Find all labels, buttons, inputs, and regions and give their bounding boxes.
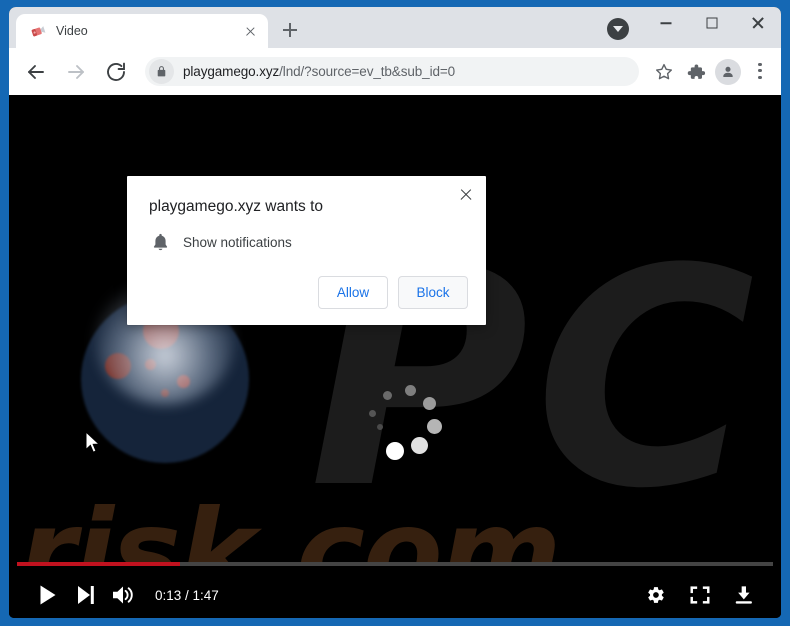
video-progress-track[interactable]	[17, 562, 773, 566]
three-dot-menu-icon	[758, 62, 762, 81]
tab-search-icon[interactable]	[607, 18, 629, 40]
spinner-dot	[383, 391, 392, 400]
permission-dialog-actions: Allow Block	[127, 252, 486, 325]
profile-avatar[interactable]	[713, 57, 743, 87]
spinner-dot	[377, 424, 383, 430]
reload-button[interactable]	[101, 57, 131, 87]
new-tab-button[interactable]	[276, 16, 304, 44]
window-controls	[643, 7, 781, 48]
play-button[interactable]	[29, 576, 67, 614]
maximize-button[interactable]	[689, 7, 735, 39]
permission-label: Show notifications	[183, 235, 292, 251]
spinner-dot	[369, 410, 376, 417]
forward-button	[61, 57, 91, 87]
browser-window-inner: Video playgamego.xyz/lnd/?source=ev_tb&s…	[9, 7, 781, 618]
minimize-icon	[660, 22, 672, 24]
minimize-button[interactable]	[643, 7, 689, 39]
block-button[interactable]: Block	[398, 276, 468, 310]
tab-title: Video	[56, 24, 88, 38]
browser-toolbar: playgamego.xyz/lnd/?source=ev_tb&sub_id=…	[9, 48, 781, 95]
back-button[interactable]	[21, 57, 51, 87]
settings-button[interactable]	[637, 576, 675, 614]
address-bar-url: playgamego.xyz/lnd/?source=ev_tb&sub_id=…	[183, 64, 455, 79]
address-bar[interactable]: playgamego.xyz/lnd/?source=ev_tb&sub_id=…	[145, 57, 639, 86]
tab-favicon-icon	[29, 22, 47, 40]
url-host: playgamego.xyz	[183, 64, 280, 79]
chrome-menu-button[interactable]	[745, 57, 775, 87]
notification-permission-dialog: playgamego.xyz wants to Show notificatio…	[127, 176, 486, 326]
tab-strip: Video	[9, 7, 781, 48]
volume-button[interactable]	[105, 576, 143, 614]
video-controls-bar: 0:13 / 1:47	[9, 562, 781, 618]
spinner-dot	[405, 385, 416, 396]
bell-icon	[149, 233, 171, 252]
browser-tab[interactable]: Video	[16, 14, 268, 48]
lock-icon[interactable]	[149, 59, 174, 84]
bookmark-star-icon[interactable]	[649, 57, 679, 87]
extensions-puzzle-icon[interactable]	[681, 57, 711, 87]
spinner-dot	[427, 419, 442, 434]
spinner-dot	[411, 437, 428, 454]
url-path: /lnd/?source=ev_tb&sub_id=0	[279, 64, 456, 79]
download-button[interactable]	[725, 576, 763, 614]
mouse-pointer-icon	[85, 430, 101, 455]
maximize-icon	[706, 17, 718, 29]
close-tab-icon[interactable]	[241, 22, 260, 41]
video-timecode: 0:13 / 1:47	[155, 587, 219, 603]
fullscreen-button[interactable]	[681, 576, 719, 614]
spinner-dot	[423, 397, 436, 410]
allow-button[interactable]: Allow	[318, 276, 388, 310]
close-window-button[interactable]	[735, 7, 781, 39]
permission-row: Show notifications	[127, 217, 486, 252]
video-page: PC risk.com 0:13 / 1:47 playgamego.xyz w…	[9, 95, 781, 618]
close-icon[interactable]	[456, 185, 476, 205]
next-button[interactable]	[67, 576, 105, 614]
close-window-icon	[751, 16, 765, 30]
permission-dialog-title: playgamego.xyz wants to	[149, 198, 324, 215]
video-controls-row: 0:13 / 1:47	[9, 572, 781, 618]
browser-window: Video playgamego.xyz/lnd/?source=ev_tb&s…	[0, 0, 790, 626]
video-progress-fill	[17, 562, 180, 566]
spinner-dot	[386, 442, 404, 460]
